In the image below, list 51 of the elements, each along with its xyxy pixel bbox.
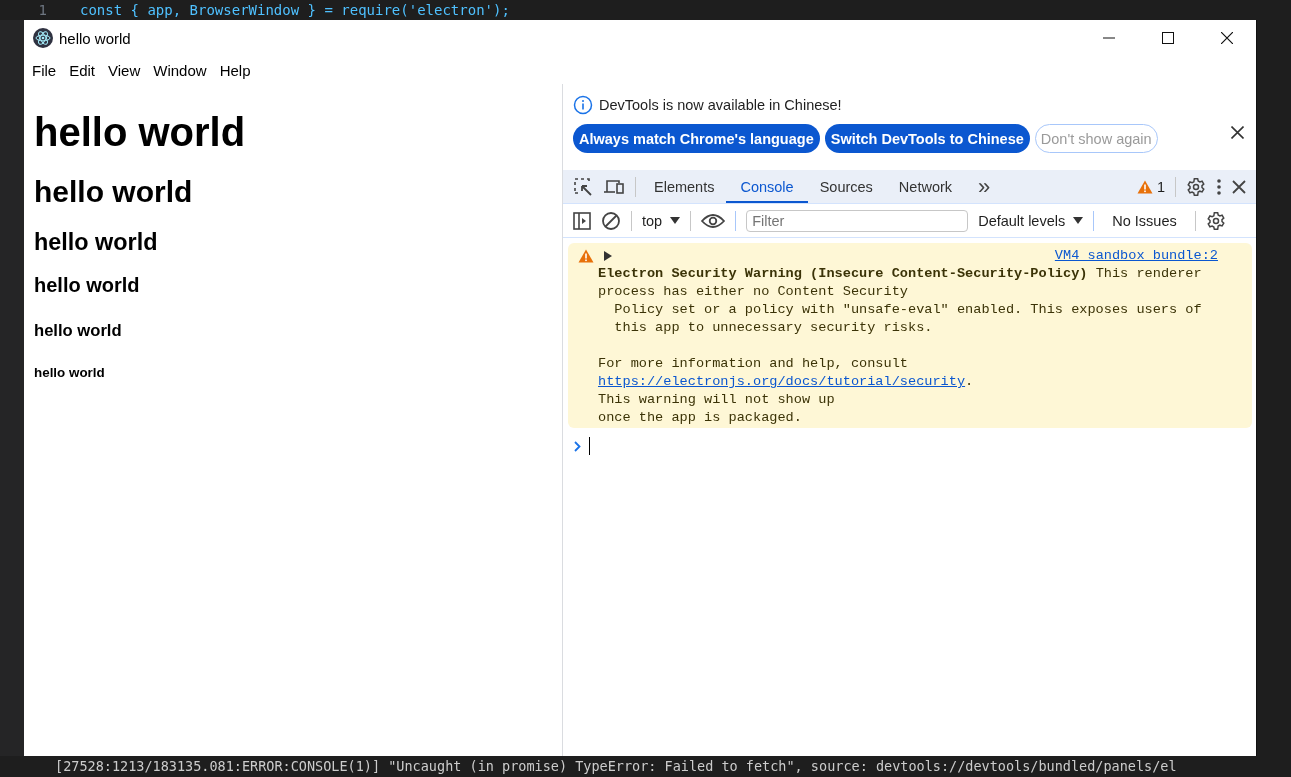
expand-triangle-icon[interactable] <box>604 251 612 261</box>
menu-item[interactable]: Edit <box>69 59 103 81</box>
caret-icon <box>1073 217 1084 224</box>
line-number: 1 <box>37 2 48 18</box>
settings-icon[interactable] <box>1186 176 1206 197</box>
prompt-icon <box>574 440 581 452</box>
docs-link[interactable]: https://electronjs.org/docs/tutorial/security <box>598 374 966 389</box>
heading: hello world <box>34 110 246 155</box>
warning-count[interactable]: 1 <box>1136 178 1165 195</box>
info-message: DevTools is now available in Chinese! <box>599 97 842 113</box>
heading: hello world <box>34 175 193 209</box>
context-dropdown[interactable]: top <box>642 212 681 229</box>
issues-button[interactable]: No Issues <box>1104 212 1185 229</box>
code-line: const { app, BrowserWindow } = require('electron'); <box>80 2 510 18</box>
maximize-icon <box>1161 32 1174 44</box>
eye-icon[interactable] <box>701 212 726 229</box>
tab[interactable]: Network <box>884 170 967 203</box>
menu-icon[interactable] <box>1216 177 1222 196</box>
menu-item[interactable]: View <box>108 59 148 81</box>
menu-item[interactable]: Window <box>153 59 214 81</box>
menu-item[interactable]: File <box>32 59 64 81</box>
filter-field[interactable]: Filter <box>746 209 969 232</box>
terminal-line: [27528:1213/183135.081:ERROR:CONSOLE(1)] "Uncaught (in promise) TypeError: Failed to fetch", source: devtools://devtools/bundled/panels/el <box>54 757 1178 776</box>
infobar-button[interactable]: Switch DevTools to Chinese <box>824 124 1030 153</box>
close-icon <box>1220 32 1233 44</box>
settings-icon[interactable] <box>1205 210 1226 231</box>
clear-icon[interactable] <box>601 210 621 231</box>
inspect-icon[interactable] <box>573 176 593 197</box>
tab[interactable]: Elements <box>640 170 729 203</box>
warning-icon <box>578 249 594 263</box>
warning-icon <box>1136 179 1153 194</box>
levels-dropdown[interactable]: Default levels <box>978 212 1084 229</box>
close-icon[interactable] <box>1232 179 1246 194</box>
more-tabs-button[interactable]: » <box>978 173 991 200</box>
heading: hello world <box>34 321 122 341</box>
sidebar-icon[interactable] <box>573 211 591 230</box>
heading: hello world <box>34 274 140 297</box>
source-link[interactable]: VM4 sandbox_bundle:2 <box>1054 247 1218 265</box>
window-title: hello world <box>59 29 131 47</box>
tab[interactable]: Console <box>726 170 808 203</box>
help-text: For more information and help, consult https://electronjs.org/docs/tutorial/security. This warning will not show up once the app is packaged. <box>597 355 975 427</box>
caret-icon <box>670 217 681 224</box>
atom-icon <box>33 28 53 48</box>
heading: hello world <box>34 365 105 380</box>
infobar-button[interactable]: Always match Chrome's language <box>573 124 820 153</box>
info-icon <box>573 95 593 115</box>
heading: hello world <box>34 229 158 256</box>
count-text: 1 <box>1156 178 1165 195</box>
menu-item[interactable]: Help <box>219 59 258 81</box>
message-text: Electron Security Warning (Insecure Content-Security-Policy) This renderer process has either no Content Security Policy set or a policy with "unsafe-eval" enabled. This exposes users of this app to unnecessary security risks. <box>597 265 1203 337</box>
tab[interactable]: Sources <box>805 170 887 203</box>
